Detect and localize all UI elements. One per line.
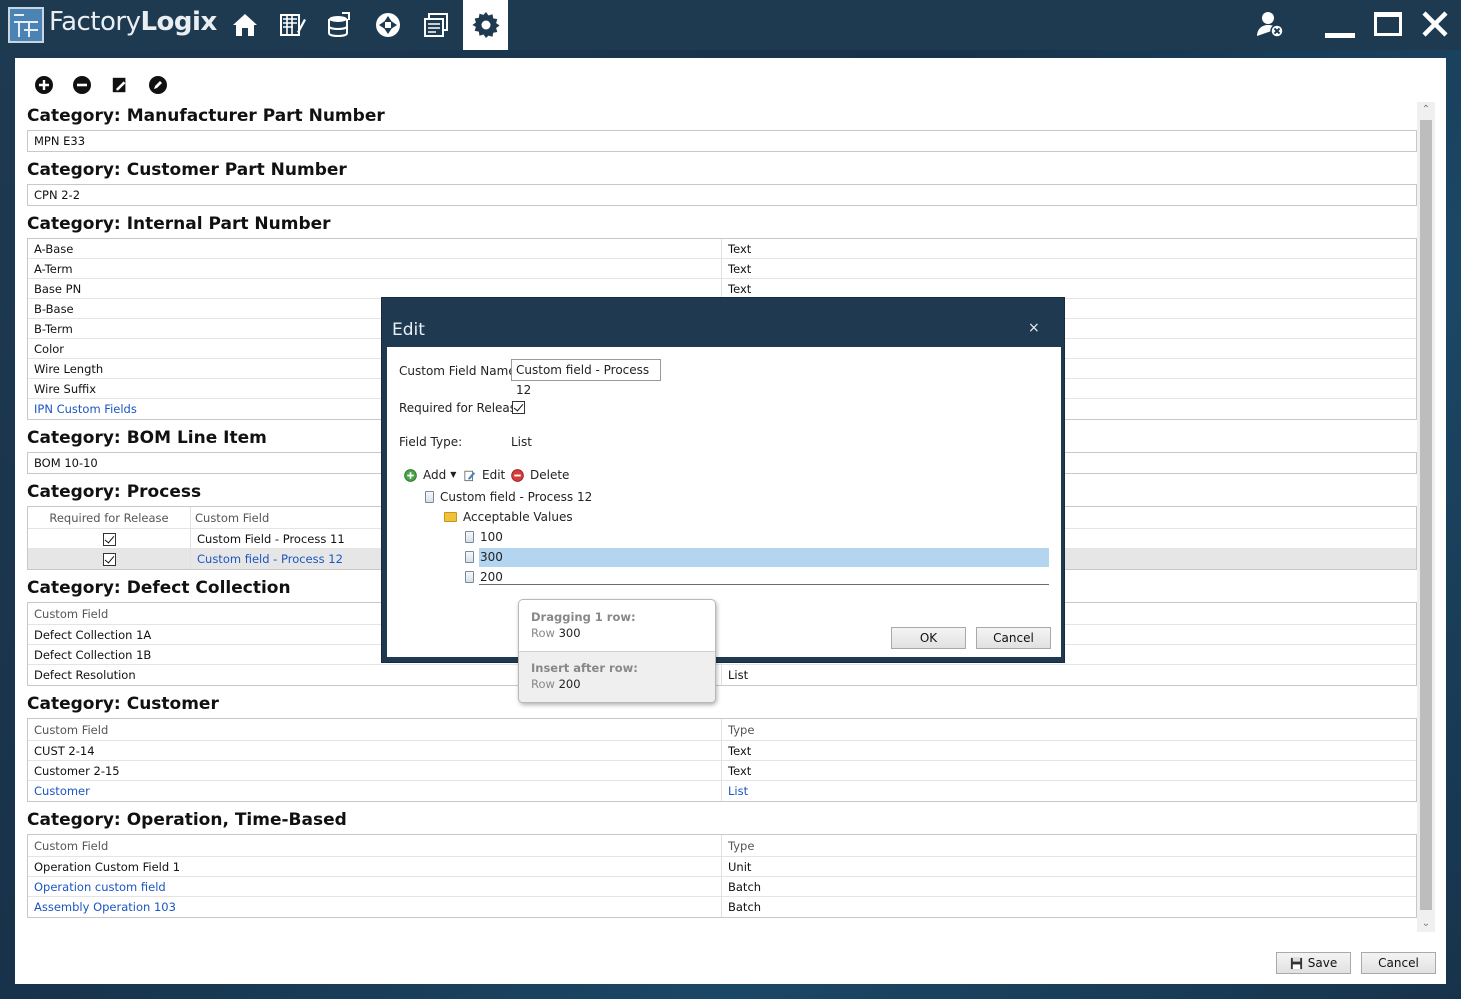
required-for-release-label: Required for Release <box>399 401 524 415</box>
tree-folder-item[interactable]: Acceptable Values <box>444 507 573 527</box>
column-header-required[interactable]: Required for Release <box>28 507 191 528</box>
table-row[interactable]: Assembly Operation 103 Batch <box>28 897 1416 917</box>
edit-icon[interactable] <box>109 74 131 96</box>
insert-row: Row 200 <box>531 677 581 691</box>
rename-icon[interactable] <box>147 74 169 96</box>
ok-button[interactable]: OK <box>891 627 966 649</box>
custom-field-name-input[interactable]: Custom field - Process 12 <box>511 359 661 397</box>
required-checkbox[interactable] <box>102 553 116 566</box>
home-icon[interactable] <box>222 0 268 50</box>
table-row[interactable]: Customer List <box>28 781 1416 801</box>
dialog-cancel-button[interactable]: Cancel <box>976 627 1051 649</box>
remove-icon[interactable] <box>71 74 93 96</box>
dialog-title: Edit <box>392 320 425 340</box>
dragging-row: Row 300 <box>531 626 581 640</box>
field-type-value: List <box>511 435 532 449</box>
planning-icon[interactable] <box>269 0 315 50</box>
scroll-thumb[interactable] <box>1420 120 1432 910</box>
customer-grid: Custom Field Type CUST 2-14 Text Customer … <box>27 718 1417 802</box>
add-button[interactable]: Add ▼ <box>404 465 456 485</box>
tree-root-item[interactable]: Custom field - Process 12 <box>425 487 592 507</box>
maximize-icon[interactable] <box>1368 4 1408 44</box>
required-checkbox[interactable] <box>102 533 116 546</box>
add-icon[interactable] <box>33 74 55 96</box>
table-row[interactable]: CUST 2-14 Text <box>28 741 1416 761</box>
table-header: Custom Field Type <box>28 719 1416 741</box>
dialog-close-icon[interactable]: × <box>1028 320 1040 336</box>
table-header: Custom Field Type <box>28 835 1416 857</box>
document-icon <box>465 531 474 543</box>
required-for-release-checkbox[interactable] <box>512 401 525 414</box>
table-row[interactable]: CPN 2-2 <box>28 185 1416 205</box>
title-bar: FactoryLogix <box>0 0 1461 50</box>
table-row[interactable]: A-Term Text <box>28 259 1416 279</box>
tree-value-item-selected[interactable]: 300 <box>465 547 503 567</box>
table-row[interactable]: Operation Custom Field 1 Unit <box>28 857 1416 877</box>
dragging-header: Dragging 1 row: <box>531 610 636 624</box>
delete-button[interactable]: Delete <box>511 465 569 485</box>
category-heading-cpn: Category: Customer Part Number <box>27 160 347 180</box>
mpn-grid: MPN E33 <box>27 130 1417 152</box>
category-heading-mpn: Category: Manufacturer Part Number <box>27 106 385 126</box>
settings-icon[interactable] <box>463 0 508 50</box>
field-type-label: Field Type: <box>399 435 463 449</box>
operation-grid: Custom Field Type Operation Custom Field … <box>27 834 1417 918</box>
add-icon <box>404 468 417 482</box>
cancel-button[interactable]: Cancel <box>1361 952 1436 974</box>
documents-icon[interactable] <box>316 0 362 50</box>
reports-icon[interactable] <box>413 0 459 50</box>
category-heading-customer: Category: Customer <box>27 694 219 714</box>
folder-icon <box>444 512 457 522</box>
edit-dialog: Edit × Custom Field Name Custom field - … <box>381 297 1065 663</box>
selection-highlight <box>479 548 1049 567</box>
insert-header: Insert after row: <box>531 661 638 675</box>
delete-icon <box>511 468 524 482</box>
vertical-scrollbar[interactable]: ⌃ ⌄ <box>1417 102 1435 932</box>
scroll-up-icon[interactable]: ⌃ <box>1417 102 1435 118</box>
table-row[interactable]: A-Base Text <box>28 239 1416 259</box>
navigate-icon[interactable] <box>365 0 411 50</box>
dropdown-arrow-icon: ▼ <box>450 470 457 479</box>
edit-icon <box>464 470 476 481</box>
drop-indicator-line <box>479 584 1049 585</box>
close-icon[interactable] <box>1415 4 1455 44</box>
edit-button[interactable]: Edit <box>464 465 505 485</box>
tree-value-item[interactable]: 100 <box>465 527 503 547</box>
dialog-body: Custom Field Name Custom field - Process… <box>387 347 1061 657</box>
factorylogix-logo <box>8 7 44 43</box>
toolbar <box>33 74 169 98</box>
scroll-down-icon[interactable]: ⌄ <box>1417 916 1435 932</box>
insert-section: Insert after row: Row 200 <box>519 651 715 702</box>
drag-tooltip: Dragging 1 row: Row 300 Insert after row… <box>518 599 716 703</box>
table-row[interactable]: Base PN Text <box>28 279 1416 299</box>
table-row[interactable]: Defect Resolution List <box>28 665 1416 685</box>
app-title: FactoryLogix <box>49 7 217 37</box>
minimize-icon[interactable] <box>1320 4 1360 44</box>
document-icon <box>425 491 434 503</box>
document-icon <box>465 551 474 563</box>
table-row[interactable]: MPN E33 <box>28 131 1416 151</box>
custom-field-name-label: Custom Field Name <box>399 364 516 378</box>
table-row[interactable]: Operation custom field Batch <box>28 877 1416 897</box>
save-button[interactable]: Save <box>1276 952 1351 974</box>
category-heading-operation: Category: Operation, Time-Based <box>27 810 347 830</box>
cpn-grid: CPN 2-2 <box>27 184 1417 206</box>
table-row[interactable]: Customer 2-15 Text <box>28 761 1416 781</box>
user-logout-icon[interactable] <box>1250 4 1290 44</box>
category-heading-ipn: Category: Internal Part Number <box>27 214 331 234</box>
document-icon <box>465 571 474 583</box>
save-icon <box>1290 957 1302 969</box>
